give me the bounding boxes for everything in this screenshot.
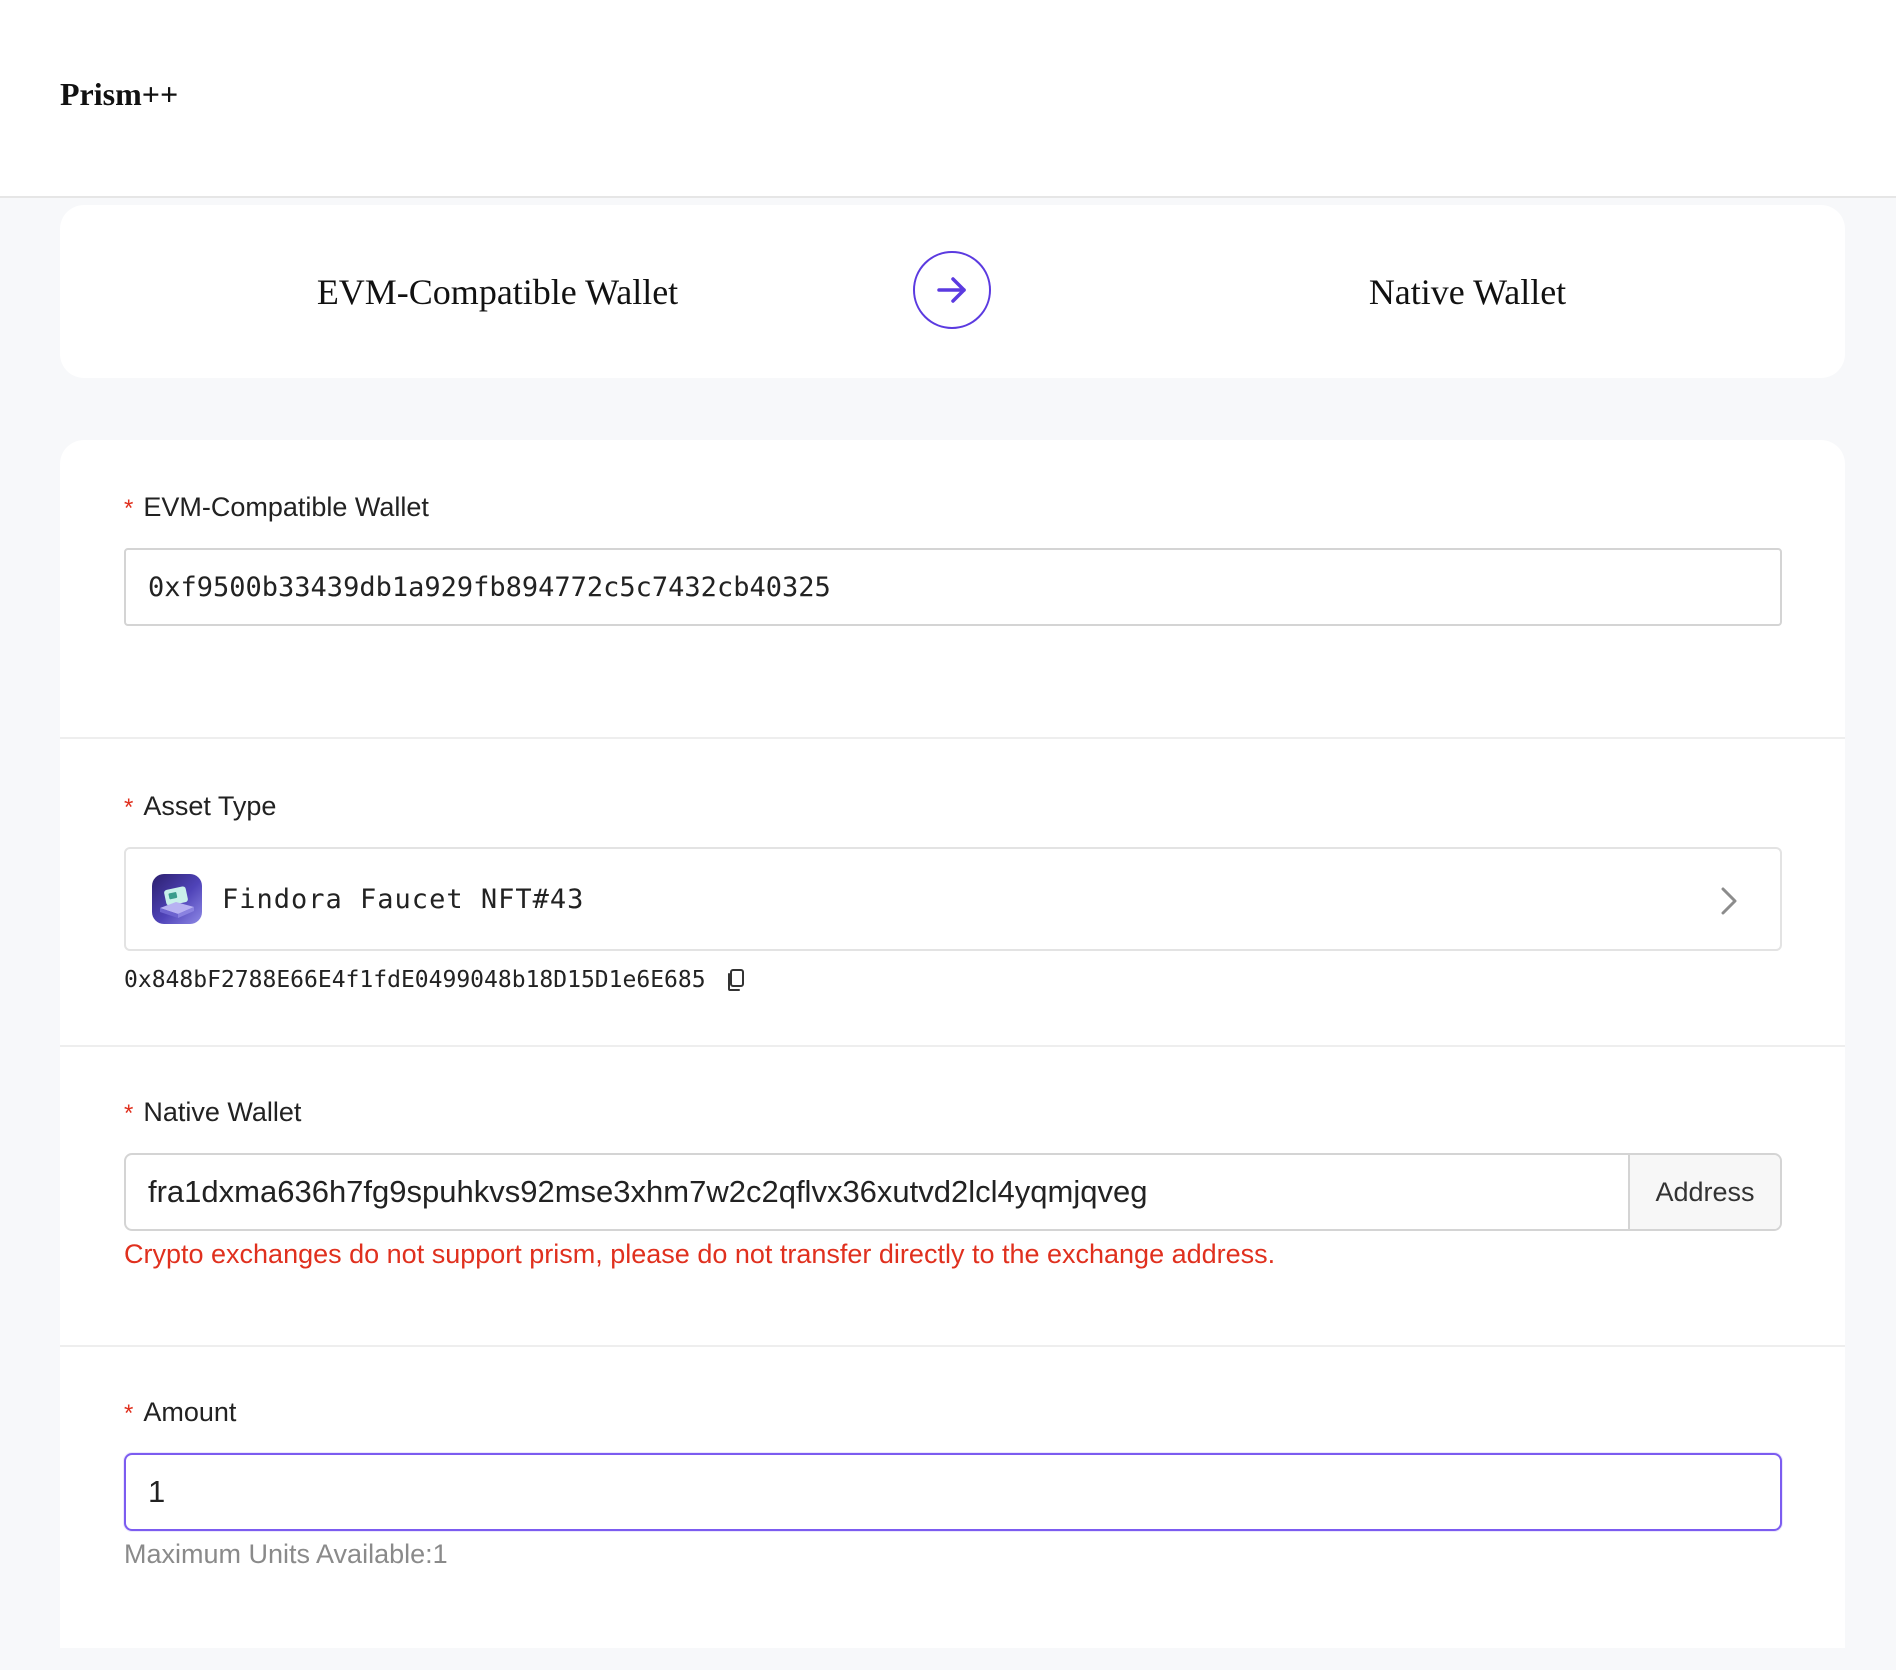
evm-wallet-section: * EVM-Compatible Wallet 0xf9500b33439db1a… — [60, 440, 1845, 739]
transfer-form: * EVM-Compatible Wallet 0xf9500b33439db1a… — [60, 440, 1845, 1648]
exchange-warning: Crypto exchanges do not support prism, p… — [124, 1239, 1276, 1269]
asset-contract-address: 0x848bF2788E66E4f1fdE0499048b18D15D1e6E6… — [124, 967, 746, 993]
arrow-right-icon — [937, 277, 966, 303]
asset-type-section: * Asset Type Findora Faucet NFT#43 0x848b… — [60, 739, 1845, 1047]
chevron-right-icon — [1721, 887, 1737, 915]
app-logo[interactable]: Prism++ — [60, 76, 178, 113]
max-units-hint: Maximum Units Available:1 — [124, 1539, 448, 1569]
asset-type-select[interactable]: Findora Faucet NFT#43 — [124, 847, 1782, 951]
swap-direction-button[interactable] — [913, 251, 991, 329]
amount-input[interactable]: 1 — [124, 1453, 1782, 1531]
native-wallet-label: * Native Wallet — [124, 1097, 302, 1127]
asset-type-value: Findora Faucet NFT#43 — [222, 883, 585, 915]
evm-wallet-label: * EVM-Compatible Wallet — [124, 492, 429, 522]
asset-contract-value: 0x848bF2788E66E4f1fdE0499048b18D15D1e6E6… — [124, 967, 706, 993]
evm-wallet-value: 0xf9500b33439db1a929fb894772c5c7432cb403… — [148, 571, 831, 603]
nft-asset-icon — [152, 874, 202, 924]
address-book-button[interactable]: Address — [1628, 1155, 1780, 1229]
required-mark: * — [124, 1100, 134, 1127]
transfer-direction-card: EVM-Compatible Wallet Native Wallet — [60, 205, 1845, 378]
asset-type-label: * Asset Type — [124, 791, 277, 821]
native-wallet-input-group: fra1dxma636h7fg9spuhkvs92mse3xhm7w2c2qfl… — [124, 1153, 1782, 1231]
required-mark: * — [124, 1400, 134, 1427]
copy-icon[interactable] — [726, 968, 746, 992]
required-mark: * — [124, 495, 134, 522]
native-wallet-input[interactable]: fra1dxma636h7fg9spuhkvs92mse3xhm7w2c2qfl… — [126, 1155, 1628, 1229]
required-mark: * — [124, 794, 134, 821]
evm-wallet-field[interactable]: 0xf9500b33439db1a929fb894772c5c7432cb403… — [124, 548, 1782, 626]
amount-section: * Amount 1 Maximum Units Available:1 — [60, 1347, 1845, 1648]
direction-from-label: EVM-Compatible Wallet — [316, 271, 679, 312]
amount-label: * Amount — [124, 1397, 237, 1427]
native-wallet-section: * Native Wallet fra1dxma636h7fg9spuhkvs92… — [60, 1047, 1845, 1347]
direction-to-label: Native Wallet — [1368, 271, 1567, 312]
top-header: Prism++ — [0, 0, 1896, 198]
